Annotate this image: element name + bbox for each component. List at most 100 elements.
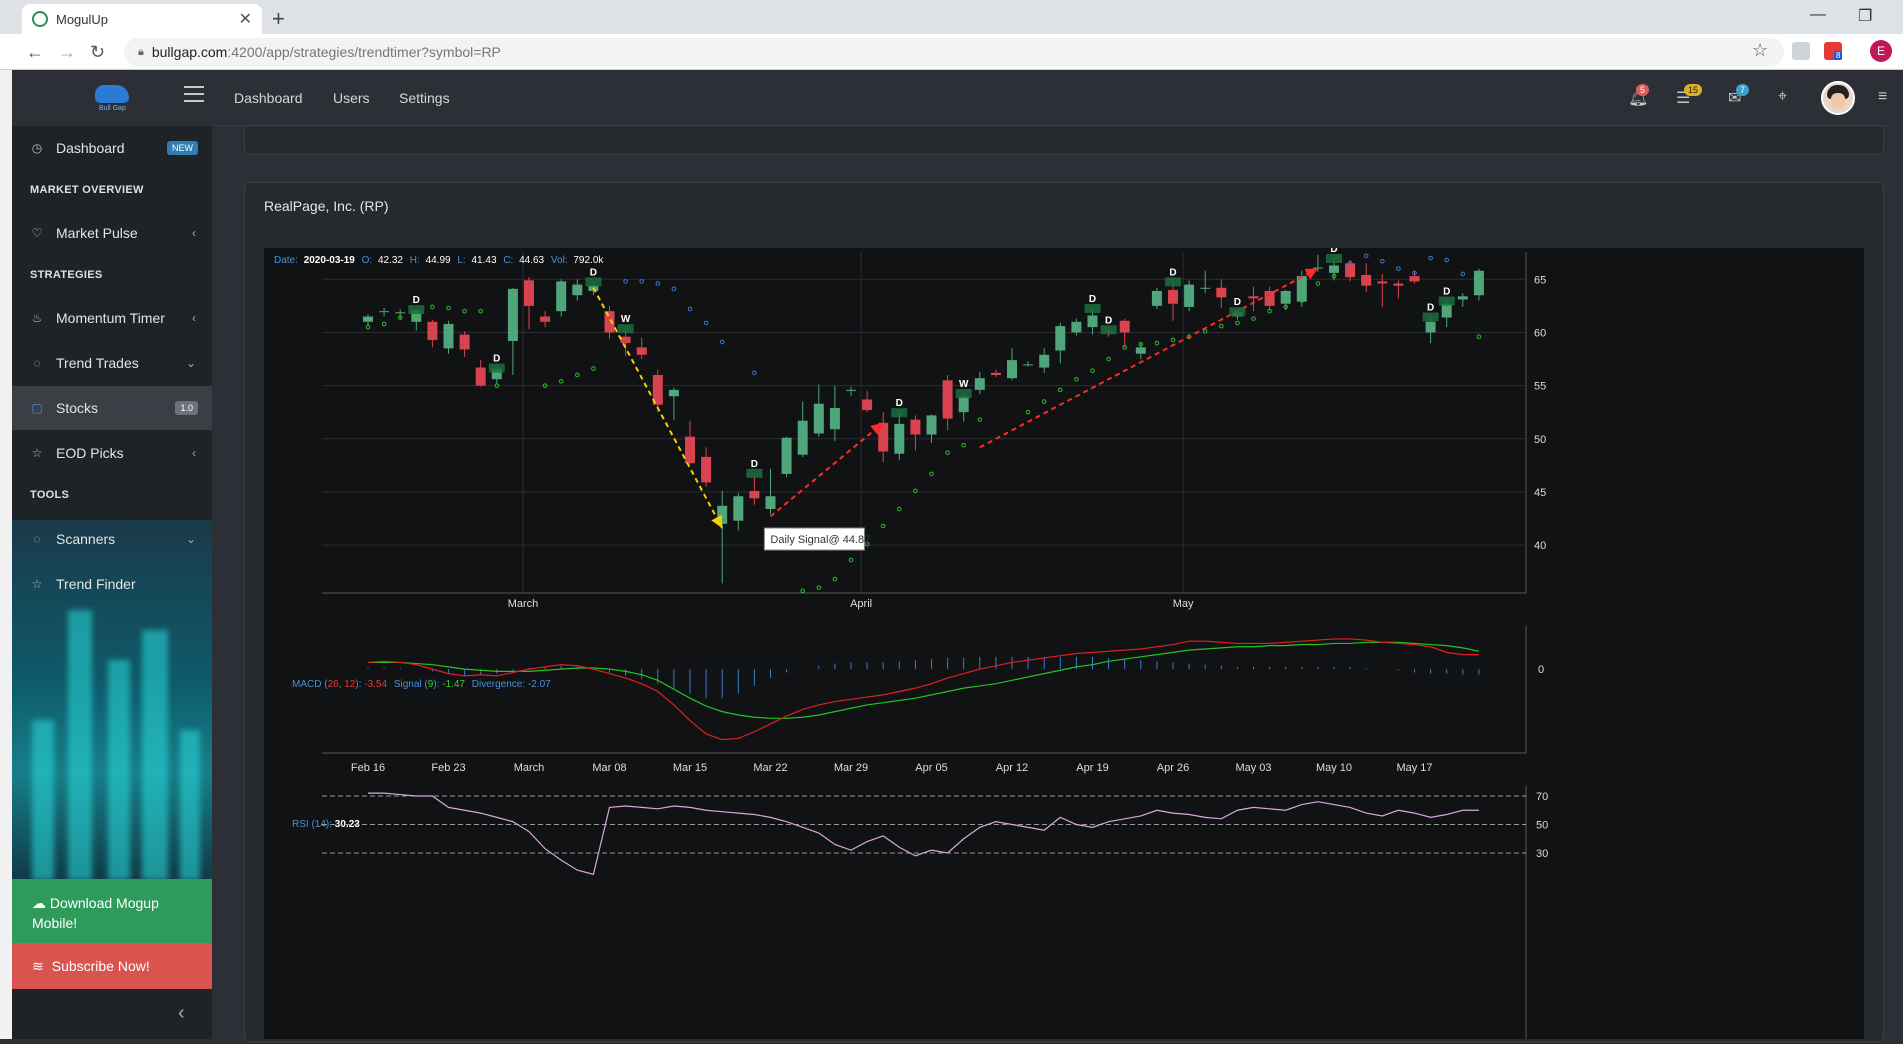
- price-tick-label: 50: [1534, 434, 1546, 446]
- sar-dot: [1170, 337, 1176, 343]
- tab-close-icon[interactable]: ✕: [239, 9, 252, 29]
- cloud-download-icon: ☁: [32, 895, 50, 911]
- candle-body: [572, 284, 583, 296]
- candle-body: [1280, 290, 1291, 304]
- url-path: :4200/app/strategies/trendtimer?symbol=R…: [227, 44, 501, 60]
- sar-dot: [1460, 271, 1466, 277]
- right-menu-icon[interactable]: ≡: [1878, 88, 1887, 106]
- reload-icon[interactable]: ↻: [90, 42, 105, 63]
- restore-icon[interactable]: ❐: [1858, 6, 1872, 26]
- sidebar-item-trend-finder[interactable]: ☆ Trend Finder: [12, 562, 212, 606]
- signal-bar-icon: [746, 468, 763, 478]
- candle-body: [475, 367, 486, 386]
- user-avatar[interactable]: [1821, 81, 1855, 115]
- month-tick-label: May: [1173, 598, 1194, 610]
- week-tick-label: Apr 19: [1076, 762, 1108, 774]
- sar-dot: [1025, 409, 1031, 415]
- price-tick-label: 55: [1534, 381, 1546, 393]
- candle-body: [974, 378, 985, 390]
- week-tick-label: Mar 15: [673, 762, 707, 774]
- week-tick-label: Mar 08: [592, 762, 626, 774]
- candle-body: [942, 380, 953, 419]
- chart-container[interactable]: Date: 2020-03-19 O: 42.32 H: 44.99 L: 41…: [264, 244, 1864, 1039]
- section-tools: TOOLS: [30, 489, 70, 501]
- forward-icon[interactable]: →: [58, 42, 76, 63]
- sar-dot: [1380, 258, 1385, 264]
- extension-icon[interactable]: [1792, 42, 1810, 60]
- week-tick-label: Apr 26: [1157, 762, 1189, 774]
- subscribe-button[interactable]: ≋ Subscribe Now!: [12, 943, 212, 989]
- candle-body: [1441, 303, 1452, 318]
- browser-tab[interactable]: MogulUp ✕: [22, 4, 262, 34]
- page-scrollbar[interactable]: [1890, 70, 1903, 1039]
- signal-label: D: [1330, 248, 1337, 255]
- sar-dot: [558, 379, 564, 384]
- week-tick-label: Apr 12: [996, 762, 1028, 774]
- sar-dot: [752, 370, 757, 376]
- candle-body: [1377, 281, 1388, 284]
- candle-body: [1329, 265, 1339, 273]
- collapse-sidebar-icon[interactable]: ‹: [178, 1002, 185, 1025]
- download-mobile-button[interactable]: ☁ Download Mogup Mobile!: [12, 879, 212, 943]
- previous-panel-bottom: [244, 127, 1884, 155]
- candle-body: [797, 420, 808, 455]
- layers-icon: ≋: [32, 957, 44, 974]
- star-icon: ☆: [31, 577, 43, 591]
- nav-settings[interactable]: Settings: [399, 90, 450, 106]
- new-tab-icon[interactable]: +: [272, 6, 285, 32]
- candle-body: [1007, 360, 1017, 379]
- candle-body: [668, 389, 679, 397]
- stock-chart[interactable]: Date: 2020-03-19 O: 42.32 H: 44.99 L: 41…: [264, 244, 1864, 1039]
- location-pin-icon[interactable]: ⌖: [1778, 88, 1787, 106]
- sar-dot: [1267, 308, 1272, 314]
- nav-users[interactable]: Users: [333, 90, 370, 106]
- signal-bar-icon: [1084, 303, 1101, 313]
- candle-body: [604, 311, 615, 333]
- address-bar-row: ← → ↻ 🔒︎ bullgap.com :4200/app/strategie…: [0, 34, 1903, 70]
- rsi-level-label: 50: [1536, 820, 1548, 832]
- bookmark-star-icon[interactable]: ☆: [1752, 40, 1768, 61]
- minimize-icon[interactable]: —: [1810, 6, 1826, 24]
- menu-toggle-icon[interactable]: [184, 86, 204, 102]
- sidebar-item-scanners[interactable]: ◌ Scanners ⌄: [12, 517, 212, 561]
- candles: [363, 254, 1484, 584]
- profile-avatar[interactable]: E: [1870, 40, 1892, 62]
- candle-body: [1168, 289, 1178, 304]
- sar-dot: [623, 279, 628, 284]
- sar-dot: [478, 308, 483, 314]
- alerts-badge: 5: [1636, 84, 1650, 96]
- sar-dot: [945, 450, 950, 455]
- logo[interactable]: Bull Gap: [12, 70, 212, 126]
- extension-badge-icon[interactable]: 8: [1824, 42, 1843, 60]
- nav-dashboard[interactable]: Dashboard: [234, 90, 303, 106]
- sidebar-item-market-pulse[interactable]: ♡ Market Pulse ‹: [12, 211, 212, 255]
- top-navbar: [212, 70, 1903, 126]
- sar-dot: [1058, 387, 1063, 393]
- back-icon[interactable]: ←: [26, 42, 44, 63]
- candle-body: [958, 396, 969, 413]
- url-field[interactable]: 🔒︎ bullgap.com :4200/app/strategies/tren…: [124, 38, 1784, 66]
- sar-dot: [462, 308, 467, 314]
- signal-label: D: [1089, 294, 1096, 305]
- sidebar-item-trend-trades[interactable]: ◌ Trend Trades ⌄: [12, 341, 212, 385]
- ohlc-header: Date: 2020-03-19 O: 42.32 H: 44.99 L: 41…: [274, 255, 604, 266]
- candle-body: [507, 288, 518, 341]
- sidebar-item-eod-picks[interactable]: ☆ EOD Picks ‹: [12, 431, 212, 475]
- sidebar-item-dashboard[interactable]: ◷ Dashboard NEW: [12, 126, 212, 170]
- candle-body: [813, 403, 824, 434]
- sidebar-item-stocks[interactable]: ▢ Stocks 1.0: [12, 386, 212, 430]
- sar-dot: [1074, 376, 1079, 382]
- candle-body: [1087, 315, 1098, 328]
- rsi-pane: 70 50 30: [322, 786, 1548, 1039]
- candle-body: [427, 321, 438, 340]
- new-badge: NEW: [167, 141, 198, 155]
- chevron-left-icon: ‹: [192, 311, 196, 325]
- chevron-down-icon: ⌄: [185, 356, 196, 370]
- candle-body: [846, 389, 856, 391]
- chat-icon: ◌: [33, 532, 41, 546]
- candle-body: [1055, 326, 1066, 351]
- sidebar-item-momentum-timer[interactable]: ♨ Momentum Timer ‹: [12, 296, 212, 340]
- candle-body: [395, 312, 406, 314]
- signal-bar-icon: [617, 324, 634, 334]
- left-edge: [0, 70, 12, 1039]
